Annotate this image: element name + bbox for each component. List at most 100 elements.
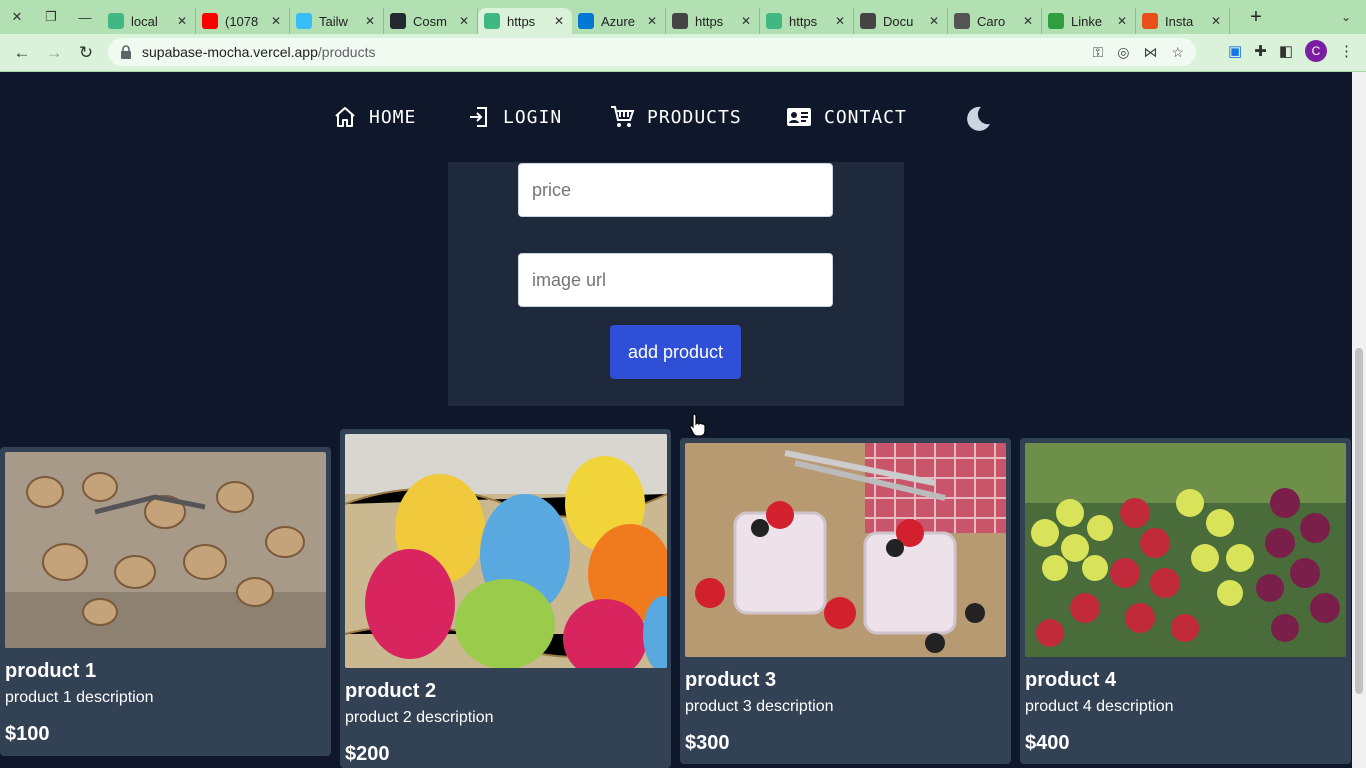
browser-tab[interactable]: Cosm ✕ <box>384 8 478 34</box>
browser-tab[interactable]: https ✕ <box>760 8 854 34</box>
product-price: $400 <box>1025 732 1070 754</box>
tab-title: Caro <box>977 13 1006 29</box>
tab-title: https <box>789 13 818 29</box>
add-product-form: add product <box>448 162 904 406</box>
forward-button[interactable]: → <box>38 37 70 69</box>
tab-title: https <box>695 13 724 29</box>
product-card[interactable]: product 4 product 4 description $400 <box>1020 438 1351 764</box>
youtube-icon <box>202 13 218 29</box>
close-tab-icon[interactable]: ✕ <box>645 14 659 28</box>
product-description: product 3 description <box>685 698 834 715</box>
globe-icon <box>672 13 688 29</box>
lock-icon <box>121 45 131 59</box>
back-button[interactable]: ← <box>6 37 38 69</box>
nav-home[interactable]: HOME <box>333 98 416 136</box>
product-name: product 3 <box>685 669 777 691</box>
tab-title: Cosm <box>413 13 447 29</box>
browser-tab[interactable]: https ✕ <box>666 8 760 34</box>
close-tab-icon[interactable]: ✕ <box>363 14 377 28</box>
reading-list-icon[interactable]: ▣ <box>1228 42 1242 60</box>
product-card[interactable]: product 2 product 2 description $200 <box>340 429 671 768</box>
product-description: product 2 description <box>345 709 494 726</box>
close-tab-icon[interactable]: ✕ <box>175 14 189 28</box>
product-description: product 1 description <box>5 689 154 706</box>
browser-tab[interactable]: https ✕ <box>478 8 572 34</box>
bookmark-star-icon[interactable]: ☆ <box>1171 44 1184 61</box>
tab-strip: ✕ ❐ — local ✕ (1078 ✕ Tailw ✕ Cosm ✕ https ✕ Azure… <box>0 0 1366 34</box>
close-tab-icon[interactable]: ✕ <box>739 14 753 28</box>
url-host: supabase-mocha.vercel.app <box>142 44 318 60</box>
azure-icon <box>578 13 594 29</box>
side-panel-icon[interactable]: ◧ <box>1279 42 1293 60</box>
browser-tab[interactable]: (1078 ✕ <box>196 8 290 34</box>
nav-products-label: PRODUCTS <box>647 106 742 128</box>
product-price: $300 <box>685 732 730 754</box>
product-card[interactable]: product 3 product 3 description $300 <box>680 438 1011 764</box>
profile-avatar[interactable]: C <box>1305 40 1327 62</box>
nav-products[interactable]: PRODUCTS <box>609 98 742 136</box>
close-tab-icon[interactable]: ✕ <box>1209 14 1223 28</box>
vue-icon <box>766 13 782 29</box>
close-tab-icon[interactable]: ✕ <box>269 14 283 28</box>
berry-yogurt-image <box>685 443 1006 657</box>
vue-icon <box>484 13 500 29</box>
product-name: product 4 <box>1025 669 1117 691</box>
close-tab-icon[interactable]: ✕ <box>552 14 566 28</box>
address-bar[interactable]: supabase-mocha.vercel.app/products ⚿ ◎ ⋈… <box>108 38 1196 66</box>
tab-title: Tailw <box>319 13 348 29</box>
product-card[interactable]: product 1 product 1 description $100 <box>0 447 331 756</box>
price-input[interactable] <box>518 163 833 217</box>
dark-mode-toggle-icon[interactable] <box>962 104 992 134</box>
eye-off-icon[interactable]: ◎ <box>1117 44 1129 61</box>
page-viewport: HOME LOGIN PRODUCTS CONTACT add product … <box>0 72 1352 768</box>
walnuts-image <box>5 452 326 648</box>
page-scrollbar[interactable] <box>1352 72 1366 768</box>
tab-search-icon[interactable]: ⌄ <box>1326 10 1366 24</box>
vue-icon <box>108 13 124 29</box>
new-tab-button[interactable]: + <box>1238 6 1274 29</box>
extensions-icon[interactable]: ✚ <box>1254 42 1267 60</box>
close-tab-icon[interactable]: ✕ <box>833 14 847 28</box>
tab-title: (1078 <box>225 13 259 29</box>
product-name: product 1 <box>5 660 97 682</box>
menu-icon[interactable]: ⋮ <box>1339 42 1354 60</box>
browser-tab[interactable]: Azure ✕ <box>572 8 666 34</box>
tab-title: https <box>507 13 536 29</box>
close-tab-icon[interactable]: ✕ <box>927 14 941 28</box>
product-description: product 4 description <box>1025 698 1174 715</box>
add-product-button[interactable]: add product <box>610 325 741 379</box>
browser-tab[interactable]: Insta ✕ <box>1136 8 1230 34</box>
share-icon[interactable]: ⋈ <box>1143 44 1157 61</box>
login-icon <box>470 107 487 127</box>
browser-tab[interactable]: Docu ✕ <box>854 8 948 34</box>
hand-cursor-icon <box>689 413 706 436</box>
browser-tab[interactable]: Linke ✕ <box>1042 8 1136 34</box>
minimize-window-button[interactable]: — <box>68 0 102 34</box>
tailwind-icon <box>296 13 312 29</box>
nav-contact-label: CONTACT <box>824 106 907 128</box>
restore-window-button[interactable]: ❐ <box>34 0 68 34</box>
github-icon <box>390 13 406 29</box>
grapes-image <box>1025 443 1346 657</box>
scrollbar-thumb[interactable] <box>1355 348 1363 694</box>
tab-title: Insta <box>1165 13 1194 29</box>
browser-tab[interactable]: Tailw ✕ <box>290 8 384 34</box>
product-price: $100 <box>5 723 50 745</box>
product-name: product 2 <box>345 680 437 702</box>
browser-tab[interactable]: Caro ✕ <box>948 8 1042 34</box>
image-url-input[interactable] <box>518 253 833 307</box>
reload-button[interactable]: ↻ <box>70 37 102 69</box>
close-tab-icon[interactable]: ✕ <box>1115 14 1129 28</box>
close-tab-icon[interactable]: ✕ <box>457 14 471 28</box>
install-icon <box>1142 13 1158 29</box>
tab-title: Docu <box>883 13 914 29</box>
home-icon <box>335 107 355 127</box>
close-tab-icon[interactable]: ✕ <box>1021 14 1035 28</box>
tab-title: Linke <box>1071 13 1103 29</box>
close-window-button[interactable]: ✕ <box>0 0 34 34</box>
key-icon[interactable]: ⚿ <box>1093 44 1104 61</box>
nav-login[interactable]: LOGIN <box>467 98 562 136</box>
nav-login-label: LOGIN <box>503 106 563 128</box>
browser-tab[interactable]: local ✕ <box>102 8 196 34</box>
nav-contact[interactable]: CONTACT <box>786 98 907 136</box>
